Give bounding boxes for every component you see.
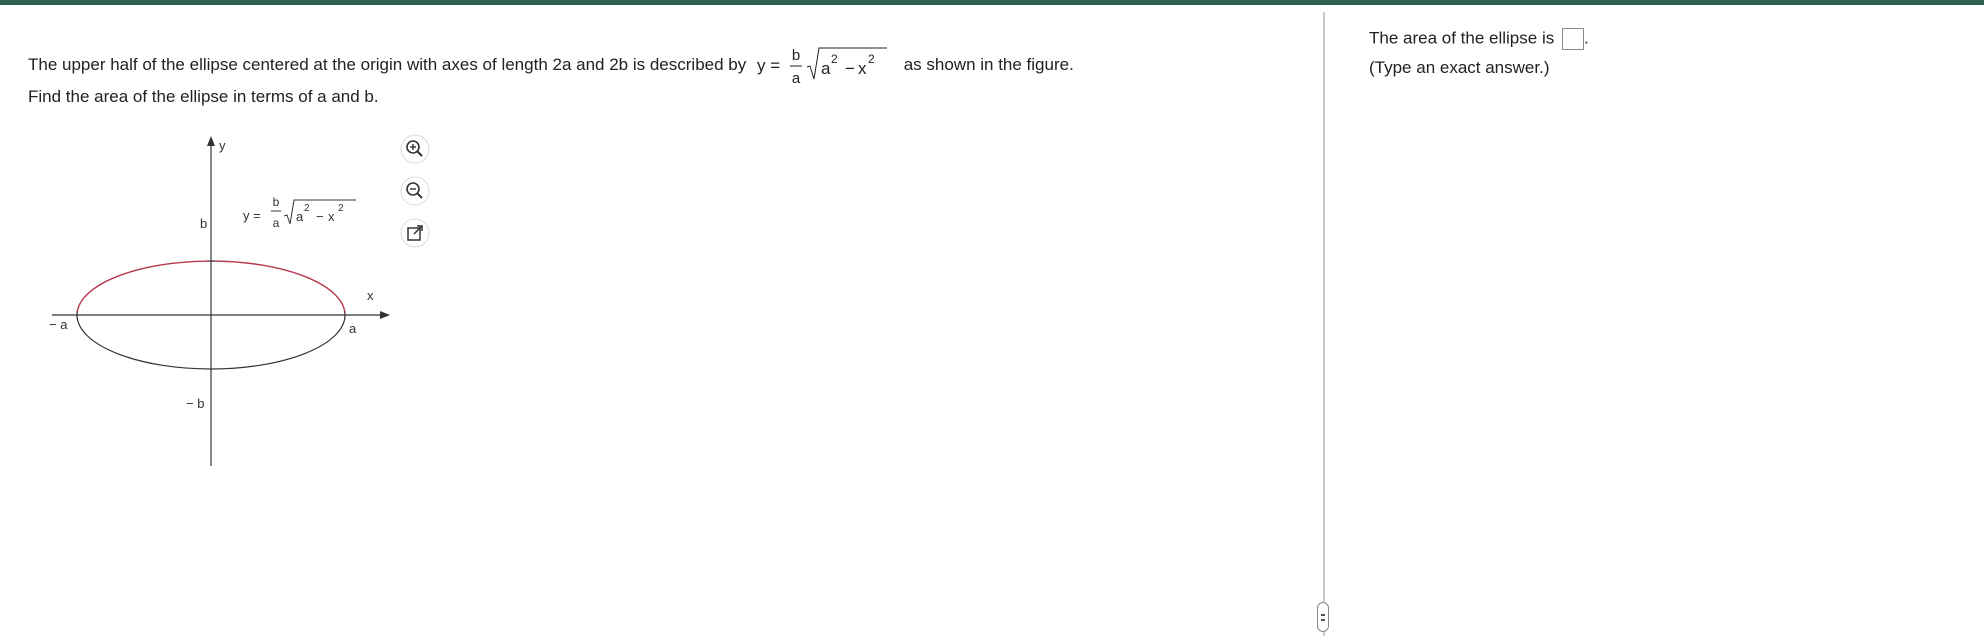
answer-period: .	[1583, 28, 1589, 48]
label-b: b	[200, 216, 207, 231]
curve-radicand-x: x	[328, 209, 335, 224]
zoom-in-button[interactable]	[400, 134, 430, 164]
formula-radicand-a: a	[821, 59, 831, 78]
formula-numerator: b	[792, 47, 800, 64]
answer-input-box[interactable]	[1561, 28, 1584, 50]
formula-exp-a: 2	[831, 52, 838, 66]
zoom-out-button[interactable]	[400, 176, 430, 206]
curve-minus: −	[316, 209, 324, 224]
grip-dot	[1321, 614, 1325, 616]
curve-formula-numerator: b	[273, 195, 280, 209]
x-axis-label: x	[367, 288, 374, 303]
zoom-out-icon	[400, 176, 430, 206]
answer-panel	[1326, 5, 1984, 636]
label-neg-a: − a	[49, 317, 68, 332]
ellipse-figure: y x b − b a − a y = b a a 2 − x 2	[44, 132, 404, 477]
curve-formula-lhs: y =	[243, 208, 261, 223]
x-axis-arrow	[380, 311, 390, 319]
formula-denominator: a	[792, 70, 801, 87]
panel-divider	[1323, 12, 1325, 636]
answer-prompt: The area of the ellipse is	[1369, 28, 1555, 48]
y-axis-arrow	[207, 136, 215, 146]
curve-exp-a: 2	[304, 203, 310, 214]
question-formula: y = b a a 2 − x 2	[757, 44, 893, 87]
answer-note: (Type an exact answer.)	[1369, 58, 1550, 77]
answer-prompt-line: The area of the ellipse is .	[1369, 28, 1589, 50]
curve-radicand-a: a	[296, 209, 304, 224]
formula-lhs: y =	[757, 56, 780, 75]
zoom-in-icon	[400, 134, 430, 164]
question-text: The upper half of the ellipse centered a…	[28, 44, 1074, 87]
grip-dot	[1321, 619, 1325, 621]
formula-radicand-x: x	[858, 59, 867, 78]
formula-minus: −	[845, 59, 855, 78]
popout-button[interactable]	[400, 218, 430, 248]
label-neg-b: − b	[186, 396, 204, 411]
question-text-suffix: as shown in the figure.	[903, 55, 1074, 74]
question-instruction: Find the area of the ellipse in terms of…	[28, 87, 379, 106]
curve-exp-x: 2	[338, 203, 344, 214]
formula-exp-x: 2	[868, 52, 875, 66]
question-text-prefix: The upper half of the ellipse centered a…	[28, 55, 747, 74]
popout-icon	[400, 218, 430, 248]
curve-formula-denominator: a	[273, 216, 280, 230]
label-a: a	[349, 321, 357, 336]
y-axis-label: y	[219, 138, 226, 153]
